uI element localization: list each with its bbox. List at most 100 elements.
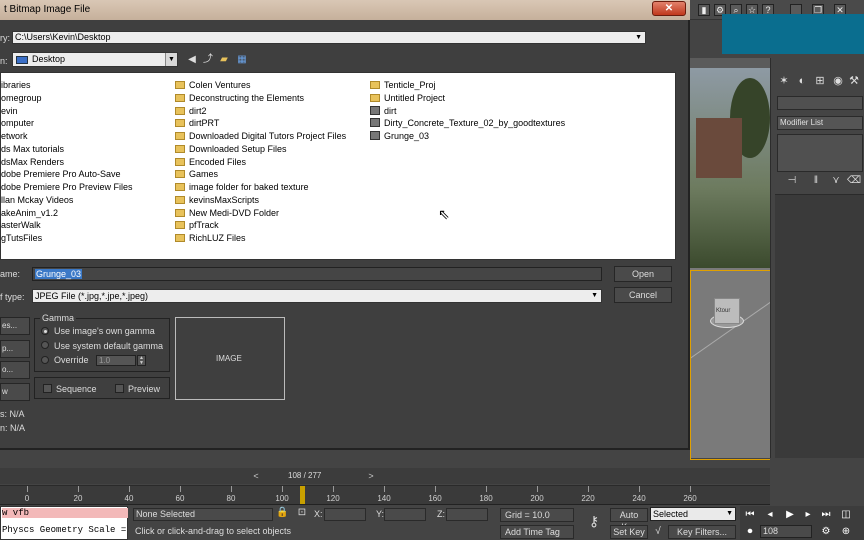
remove-modifier-icon[interactable]: ⌫ (847, 174, 861, 188)
sequence-checkbox[interactable] (43, 384, 52, 393)
file-list-item-label: dirt2 (189, 105, 207, 116)
file-list-item[interactable]: dirt (370, 105, 397, 117)
file-list-item[interactable]: Downloaded Digital Tutors Project Files (175, 130, 346, 142)
viewport-nav-icon[interactable]: ⏺ (742, 525, 758, 539)
modifier-list-dropdown[interactable]: Modifier List (777, 116, 863, 130)
file-list-item[interactable]: Dirty_Concrete_Texture_02_by_goodtexture… (370, 117, 565, 129)
go-to-start-icon[interactable]: ⏮ (742, 508, 758, 522)
file-list-item[interactable]: ds Max tutorials (1, 143, 64, 155)
maxscript-listener[interactable]: w vfb Physcs Geometry Scale = (0, 506, 128, 540)
file-list-item[interactable]: Encoded Files (175, 156, 246, 168)
file-list-item[interactable]: gTutsFiles (1, 232, 42, 244)
current-frame-marker[interactable] (300, 486, 306, 504)
open-button[interactable]: Open (614, 266, 672, 282)
history-dropdown[interactable]: C:\Users\Kevin\Desktop ▼ (12, 31, 646, 44)
file-list-item[interactable]: dobe Premiere Pro Auto-Save (1, 168, 121, 180)
modify-tab-icon[interactable]: ◐ (795, 74, 809, 88)
file-list-item[interactable]: akeAnim_v1.2 (1, 207, 58, 219)
file-type-dropdown[interactable]: JPEG File (*.jpg,*.jpe,*.jpeg) ▼ (32, 289, 602, 303)
up-folder-icon[interactable]: ⤴ (202, 54, 214, 66)
play-icon[interactable]: ▶ (782, 508, 798, 522)
modifier-stack[interactable] (777, 134, 863, 172)
file-list-item[interactable]: New Medi-DVD Folder (175, 207, 279, 219)
file-list-item[interactable]: etwork (1, 130, 28, 142)
utilities-tab-icon[interactable]: ⚒ (847, 74, 861, 88)
key-filters-button[interactable]: Key Filters... (668, 525, 736, 539)
current-frame-field[interactable]: 108 (760, 525, 812, 538)
file-list-item[interactable]: dirtPRT (175, 117, 219, 129)
file-list-item[interactable]: Untitled Project (370, 92, 445, 104)
make-unique-icon[interactable]: ⋎ (829, 174, 843, 188)
file-name-input[interactable]: Grunge_03 (32, 267, 602, 281)
default-in-out-tangent-icon[interactable]: √ (650, 525, 666, 539)
back-icon[interactable]: ◀ (186, 54, 198, 66)
file-list-item[interactable]: pfTrack (175, 219, 219, 231)
gamma-spinner-icon[interactable]: ▲ ▼ (137, 355, 146, 366)
file-list-item[interactable]: Grunge_03 (370, 130, 429, 142)
file-list-item[interactable]: ibraries (1, 79, 31, 91)
previous-key-icon[interactable]: ◂ (762, 508, 778, 522)
show-end-result-icon[interactable]: ‖ (809, 174, 823, 188)
file-list-item[interactable]: Colen Ventures (175, 79, 251, 91)
key-selection-dropdown[interactable]: Selected ▼ (650, 507, 736, 521)
time-slider[interactable]: < > (0, 468, 770, 484)
file-list-item[interactable]: omegroup (1, 92, 42, 104)
gamma-own-radio[interactable] (41, 327, 49, 335)
script-line-input[interactable]: Physcs Geometry Scale = (2, 525, 126, 535)
dialog-titlebar[interactable]: t Bitmap Image File ✕ (0, 0, 690, 20)
look-in-dropdown[interactable]: Desktop ▼ (12, 52, 178, 67)
hierarchy-tab-icon[interactable]: ⊞ (813, 74, 827, 88)
file-list-item[interactable]: kevinsMaxScripts (175, 194, 259, 206)
auto-key-button[interactable]: Auto Key (610, 508, 648, 532)
file-list-item[interactable]: dsMax Renders (1, 156, 64, 168)
file-list-item[interactable]: asterWalk (1, 219, 41, 231)
view-menu-icon[interactable]: ▦ (236, 54, 248, 66)
file-list-item[interactable]: omputer (1, 117, 34, 129)
pin-stack-icon[interactable]: ⊣ (785, 174, 799, 188)
file-list-item[interactable]: Downloaded Setup Files (175, 143, 287, 155)
file-list-item[interactable]: Games (175, 168, 218, 180)
set-key-button[interactable]: Set Key (610, 525, 648, 539)
zoom-extents-icon[interactable]: ⊕ (838, 525, 854, 539)
info-button[interactable]: o... (0, 361, 30, 379)
view-button[interactable]: w (0, 383, 30, 401)
preview-checkbox[interactable] (115, 384, 124, 393)
set-keys-key-icon[interactable]: ⚷ (582, 512, 606, 530)
lock-selection-icon[interactable]: 🔒 (276, 507, 288, 519)
key-mode-icon[interactable]: ◫ (838, 508, 854, 522)
object-name-field[interactable] (777, 96, 863, 110)
file-list-item[interactable]: dobe Premiere Pro Preview Files (1, 181, 133, 193)
coord-y-field[interactable] (384, 508, 426, 521)
coord-z-field[interactable] (446, 508, 488, 521)
next-key-icon[interactable]: ▸ (800, 508, 816, 522)
next-frame-icon[interactable]: > (365, 470, 377, 482)
gamma-system-radio[interactable] (41, 341, 49, 349)
devices-button[interactable]: es... (0, 317, 30, 335)
file-list-item[interactable]: image folder for baked texture (175, 181, 309, 193)
prev-frame-icon[interactable]: < (250, 470, 262, 482)
create-tab-icon[interactable]: ✶ (777, 74, 791, 88)
file-list[interactable]: ibraries omegroup evin omputer etwork ds Max … (0, 72, 676, 260)
motion-tab-icon[interactable]: ◉ (831, 74, 845, 88)
setup-button[interactable]: p... (0, 340, 30, 358)
coord-x-field[interactable] (324, 508, 366, 521)
close-button[interactable]: ✕ (652, 1, 686, 16)
go-to-end-icon[interactable]: ⏭ (818, 508, 834, 522)
file-list-item[interactable]: Deconstructing the Elements (175, 92, 304, 104)
add-time-tag-button[interactable]: Add Time Tag (500, 525, 574, 539)
file-list-item[interactable]: Tenticle_Proj (370, 79, 436, 91)
override-gamma-field[interactable]: 1.0 (96, 355, 136, 366)
coord-z-label: Z: (437, 509, 445, 519)
file-list-item[interactable]: evin (1, 105, 18, 117)
file-list-item[interactable]: dirt2 (175, 105, 207, 117)
new-folder-icon[interactable]: ▰ (218, 54, 230, 66)
absolute-mode-icon[interactable]: ⊡ (296, 507, 308, 519)
time-config-icon[interactable]: ⚙ (818, 525, 834, 539)
ruler-tick-label: 40 (124, 494, 134, 503)
file-list-item[interactable]: RichLUZ Files (175, 232, 246, 244)
cancel-button[interactable]: Cancel (614, 287, 672, 303)
track-bar[interactable]: 0 20 40 60 80 100 120 140 160 180 200 220 240 260 (0, 485, 770, 505)
gamma-override-radio[interactable] (41, 356, 49, 364)
maximize-icon[interactable]: ▮ (698, 4, 710, 16)
file-list-item[interactable]: llan Mckay Videos (1, 194, 73, 206)
